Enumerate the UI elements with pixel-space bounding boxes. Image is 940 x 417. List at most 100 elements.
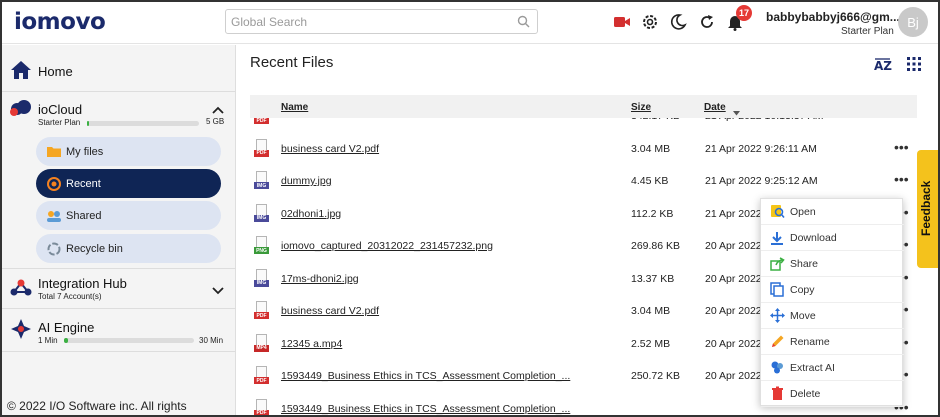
context-menu-item-move[interactable]: Move <box>761 303 904 329</box>
file-name[interactable]: business card V2.pdf <box>281 143 581 155</box>
table-row[interactable]: PDF 342.17 KB 21 Apr 2022 10:13:37 AM ••• <box>250 118 940 132</box>
pdf-file-icon: PDF <box>254 138 270 158</box>
refresh-icon[interactable] <box>697 12 717 32</box>
context-menu-item-label: Move <box>790 309 816 322</box>
integration-hub-subtitle: Total 7 Account(s) <box>38 292 102 301</box>
file-name[interactable]: 02dhoni1.jpg <box>281 208 581 220</box>
column-header-date[interactable]: Date <box>704 102 726 113</box>
file-type-tag: PDF <box>254 312 269 319</box>
sidebar-item-recycle-bin[interactable]: Recycle bin <box>36 234 221 263</box>
context-menu-item-label: Open <box>790 205 816 218</box>
settings-gear-icon[interactable] <box>640 12 660 32</box>
table-header: Name Size Date <box>250 95 917 118</box>
ai-engine-title[interactable]: AI Engine <box>38 320 94 335</box>
sidebar: Home ioCloud Starter Plan 5 GB My files … <box>0 45 236 417</box>
global-search[interactable] <box>225 9 538 34</box>
feedback-label: Feedback <box>919 180 933 236</box>
pdf-file-icon: PDF <box>254 398 270 417</box>
context-menu-item-label: Copy <box>790 283 815 296</box>
file-name[interactable]: 17ms-dhoni2.jpg <box>281 273 581 285</box>
table-row[interactable]: IMG dummy.jpg 4.45 KB 21 Apr 2022 9:25:12 A… <box>250 165 940 197</box>
user-plan: Starter Plan <box>841 26 894 37</box>
sidebar-item-shared[interactable]: Shared <box>36 201 221 230</box>
iomovo-logo[interactable]: iomovo <box>14 9 106 35</box>
home-icon <box>10 60 32 83</box>
context-menu-item-share[interactable]: Share <box>761 251 904 277</box>
sort-az-icon[interactable]: AZ <box>874 57 892 76</box>
global-search-input[interactable] <box>226 10 506 33</box>
pdf-file-icon: PDF <box>254 301 270 320</box>
file-type-tag: PDF <box>254 409 269 417</box>
sidebar-divider <box>0 308 236 309</box>
file-name[interactable]: business card V2.pdf <box>281 305 581 317</box>
user-email[interactable]: babbybabbyj666@gm... <box>766 10 900 24</box>
shared-label: Shared <box>66 209 102 222</box>
sort-descending-icon[interactable] <box>733 105 740 119</box>
more-options-icon[interactable]: ••• <box>894 171 909 187</box>
file-type-tag: PDF <box>254 118 269 124</box>
feedback-tab[interactable]: Feedback <box>917 150 938 268</box>
ai-engine-max-label: 30 Min <box>199 336 224 345</box>
ai-engine-icon <box>10 318 32 343</box>
file-size: 2.52 MB <box>631 337 671 350</box>
user-avatar[interactable]: Bj <box>898 7 928 37</box>
chevron-up-icon[interactable] <box>212 103 224 117</box>
table-row[interactable]: PDF business card V2.pdf 3.04 MB 21 Apr 202… <box>250 133 940 165</box>
video-camera-icon[interactable] <box>612 12 632 32</box>
context-menu-item-open[interactable]: Open <box>761 199 904 225</box>
extract-ai-icon <box>769 360 785 376</box>
more-options-icon[interactable]: ••• <box>894 139 909 155</box>
png-file-icon: PNG <box>254 236 270 255</box>
file-size: 250.72 KB <box>631 370 681 382</box>
storage-progress-fill <box>87 121 90 126</box>
context-menu-item-extract-ai[interactable]: Extract AI <box>761 355 904 381</box>
iocloud-title[interactable]: ioCloud <box>38 102 82 117</box>
img-file-icon: IMG <box>254 203 270 223</box>
recycle-icon <box>46 241 62 257</box>
file-size: 4.45 KB <box>631 175 669 187</box>
file-name[interactable]: 1593449_Business Ethics in TCS_Assessmen… <box>281 403 581 415</box>
sidebar-item-recent[interactable]: Recent <box>36 169 221 198</box>
context-menu-item-label: Extract AI <box>790 361 835 374</box>
context-menu-item-rename[interactable]: Rename <box>761 329 904 355</box>
file-date: 21 Apr 2022 <box>705 207 762 220</box>
context-menu-item-download[interactable]: Download <box>761 225 904 251</box>
integration-hub-title[interactable]: Integration Hub <box>38 276 127 291</box>
iocloud-icon <box>9 99 33 120</box>
img-file-icon: IMG <box>254 268 270 288</box>
sidebar-item-home[interactable]: Home <box>0 45 236 92</box>
file-name[interactable]: iomovo_captured_20312022_231457232.png <box>281 240 581 252</box>
img-file-icon: IMG <box>254 171 270 190</box>
delete-icon <box>769 386 785 402</box>
chevron-down-icon[interactable] <box>212 284 224 298</box>
ai-usage-progress-bar <box>64 338 194 343</box>
column-header-name[interactable]: Name <box>281 102 308 113</box>
file-date: 20 Apr 2022 <box>705 240 762 252</box>
more-options-icon[interactable]: ••• <box>894 118 909 122</box>
sidebar-item-my-files[interactable]: My files <box>36 137 221 166</box>
theme-moon-icon[interactable] <box>668 12 688 32</box>
file-name[interactable]: dummy.jpg <box>281 175 581 187</box>
context-menu-item-delete[interactable]: Delete <box>761 381 904 407</box>
sidebar-divider <box>0 268 236 269</box>
file-size: 112.2 KB <box>631 207 674 220</box>
column-header-size[interactable]: Size <box>631 102 651 113</box>
context-menu-item-copy[interactable]: Copy <box>761 277 904 303</box>
file-size: 3.04 MB <box>631 142 671 155</box>
file-name[interactable]: 12345 a.mp4 <box>281 338 581 350</box>
file-name[interactable]: 1593449_Business Ethics in TCS_Assessmen… <box>281 370 581 382</box>
file-context-menu: Open Download Share Copy Move Rename Extract A… <box>760 198 904 407</box>
file-date: 20 Apr 2022 <box>705 272 762 285</box>
search-icon[interactable] <box>517 15 530 31</box>
notification-count-badge: 17 <box>736 5 753 21</box>
recycle-bin-label: Recycle bin <box>66 242 123 255</box>
grid-view-icon[interactable] <box>907 57 921 74</box>
file-type-tag: PNG <box>254 247 269 254</box>
file-date: 20 Apr 2022 <box>705 305 762 317</box>
file-date: 20 Apr 2022 <box>705 370 762 382</box>
svg-text:AZ: AZ <box>874 59 892 73</box>
file-date: 21 Apr 2022 9:25:12 AM <box>705 175 818 187</box>
mp4-file-icon: MP4 <box>254 333 270 353</box>
ai-usage-progress-fill <box>64 338 68 343</box>
pdf-file-icon: PDF <box>254 118 270 125</box>
